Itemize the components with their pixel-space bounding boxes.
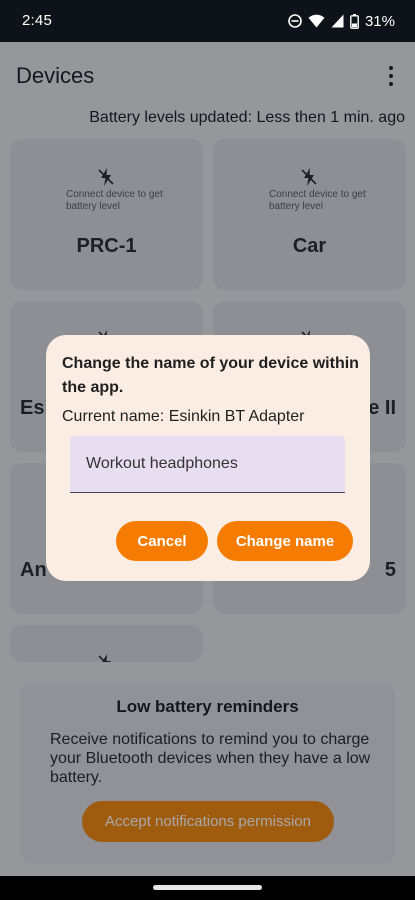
- battery-icon: [350, 13, 359, 29]
- wifi-icon: [308, 14, 325, 28]
- current-name-text: Current name: Esinkin BT Adapter: [62, 408, 305, 425]
- do-not-disturb-icon: [288, 14, 302, 28]
- status-time: 2:45: [22, 12, 52, 29]
- signal-icon: [331, 14, 344, 28]
- device-name-field[interactable]: [70, 436, 345, 493]
- navigation-bar: [0, 876, 415, 900]
- status-bar: 2:45 31%: [0, 0, 415, 42]
- battery-percent: 31%: [364, 12, 395, 30]
- cancel-button[interactable]: Cancel: [116, 521, 208, 561]
- home-handle[interactable]: [153, 885, 262, 890]
- rename-dialog: Change the name of your device within th…: [46, 335, 370, 581]
- change-name-button[interactable]: Change name: [217, 521, 353, 561]
- dialog-title: Change the name of your device within th…: [62, 355, 359, 396]
- status-icons: 31%: [288, 11, 395, 31]
- device-name-input[interactable]: [86, 436, 336, 491]
